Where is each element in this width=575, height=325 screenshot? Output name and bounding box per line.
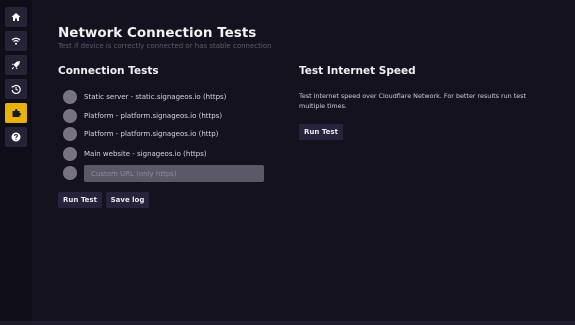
rocket-icon [11, 61, 20, 70]
save-log-button[interactable]: Save log [106, 192, 149, 208]
sidebar-item-network[interactable] [5, 31, 27, 51]
test-row-main-website: Main website - signageos.io (https) [63, 146, 207, 161]
test-row-platform-https: Platform - platform.signageos.io (https) [63, 108, 222, 123]
test-label: Platform - platform.signageos.io (http) [84, 129, 219, 138]
sidebar-item-home[interactable] [5, 7, 27, 27]
test-row-static-server: Static server - static.signageos.io (htt… [63, 89, 226, 104]
status-indicator [63, 108, 77, 123]
help-icon [11, 132, 21, 142]
wifi-icon [11, 37, 21, 45]
test-label: Static server - static.signageos.io (htt… [84, 92, 227, 101]
run-speed-test-button[interactable]: Run Test [299, 124, 343, 140]
puzzle-icon [12, 109, 21, 117]
test-row-platform-http: Platform - platform.signageos.io (http) [63, 126, 218, 141]
page-title: Network Connection Tests [58, 25, 257, 41]
app-window: Network Connection Tests Test if device … [0, 0, 575, 325]
test-row-custom-url [63, 165, 77, 180]
custom-url-input[interactable] [84, 165, 264, 182]
run-connection-test-button[interactable]: Run Test [58, 192, 102, 208]
bottom-bar [0, 321, 575, 325]
home-icon [11, 13, 21, 21]
test-label: Main website - signageos.io (https) [84, 149, 207, 158]
page-subtitle: Test if device is correctly connected or… [58, 42, 272, 50]
test-label: Platform - platform.signageos.io (https) [84, 111, 223, 120]
connection-tests-title: Connection Tests [58, 65, 159, 77]
status-indicator [63, 146, 77, 161]
status-indicator [63, 89, 77, 104]
internet-speed-description: Test internet speed over Cloudflare Netw… [299, 92, 527, 110]
sidebar-item-tools[interactable] [5, 103, 27, 123]
internet-speed-title: Test Internet Speed [299, 65, 416, 77]
sidebar-item-help[interactable] [5, 127, 27, 147]
sidebar [0, 0, 32, 325]
status-indicator [63, 165, 77, 180]
sidebar-item-rocket[interactable] [5, 55, 27, 75]
sidebar-item-history[interactable] [5, 79, 27, 99]
status-indicator [63, 126, 77, 141]
history-icon [11, 84, 21, 94]
